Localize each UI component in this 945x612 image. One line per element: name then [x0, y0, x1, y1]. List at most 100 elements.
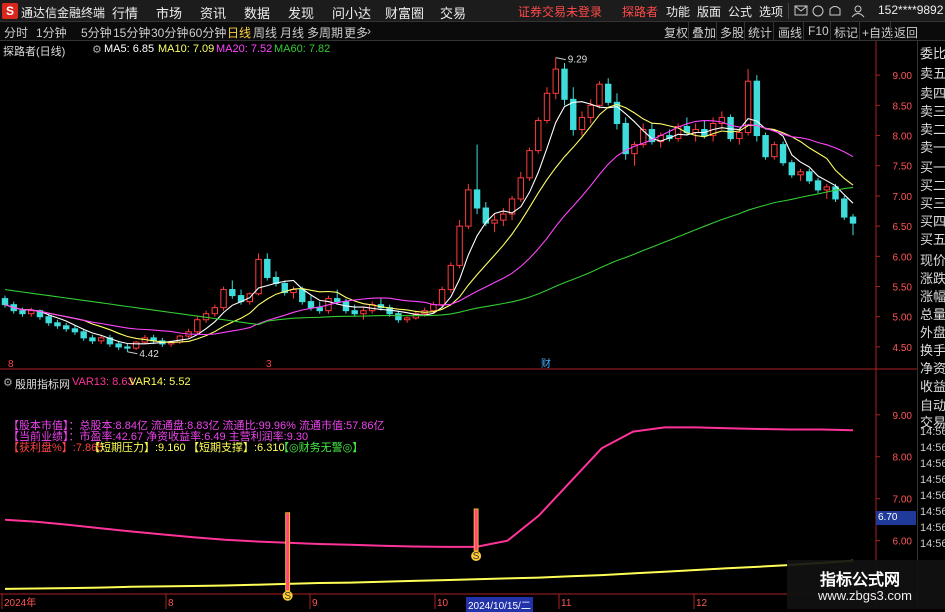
- sidebar-item-17[interactable]: 净资: [920, 358, 945, 377]
- candle[interactable]: [736, 132, 743, 140]
- period-1min[interactable]: 1分钟: [36, 24, 67, 41]
- candle[interactable]: [28, 310, 35, 315]
- candle[interactable]: [578, 116, 586, 131]
- sidebar-item-1[interactable]: 卖五: [920, 63, 945, 82]
- menu-ask[interactable]: 问小达: [332, 3, 371, 22]
- sidebar-item-11[interactable]: 现价: [920, 250, 945, 269]
- menu-layout[interactable]: 版面: [697, 3, 721, 20]
- sidebar-item-9[interactable]: 买四: [920, 211, 945, 230]
- menu-options[interactable]: 选项: [759, 3, 783, 20]
- chevron-right-icon[interactable]: ›: [367, 24, 371, 38]
- period-15min[interactable]: 15分钟: [113, 24, 150, 41]
- sidebar-item-4[interactable]: 卖二: [920, 119, 945, 138]
- toolbar-overlay[interactable]: 叠加: [692, 24, 716, 41]
- stock-name-legend[interactable]: 探路者(日线): [3, 43, 65, 59]
- kline-chart[interactable]: 9.00 8.50 8.00 7.50 7.00 6.50 6.00 5.50 5.00 4.50…: [0, 41, 917, 609]
- candle[interactable]: [71, 328, 79, 333]
- user-id[interactable]: 152****9892: [878, 3, 943, 17]
- menu-quotes[interactable]: 行情: [112, 3, 138, 22]
- candle[interactable]: [465, 189, 472, 227]
- period-60min[interactable]: 60分钟: [189, 24, 226, 41]
- candle[interactable]: [229, 289, 236, 297]
- sidebar-item-5[interactable]: 卖一: [920, 137, 945, 156]
- candle[interactable]: [45, 316, 52, 324]
- period-monthly[interactable]: 月线: [280, 24, 304, 41]
- candle[interactable]: [97, 337, 105, 342]
- candle[interactable]: [333, 298, 341, 303]
- candle[interactable]: [447, 264, 455, 291]
- candle[interactable]: [587, 104, 594, 118]
- candle[interactable]: [543, 92, 551, 121]
- candle[interactable]: [727, 116, 734, 140]
- sidebar-item-16[interactable]: 换手: [920, 340, 945, 359]
- period-5min[interactable]: 5分钟: [81, 24, 112, 41]
- chat-icon[interactable]: [812, 5, 824, 17]
- candle[interactable]: [753, 80, 761, 137]
- toolbar-f10[interactable]: F10: [808, 24, 829, 38]
- indicator-name[interactable]: 殷朋指标网: [15, 376, 70, 392]
- candle[interactable]: [176, 335, 184, 343]
- sidebar-item-0[interactable]: 委比: [920, 43, 945, 62]
- sidebar-item-2[interactable]: 卖四: [920, 83, 945, 102]
- period-weekly[interactable]: 周线: [253, 24, 277, 41]
- candle[interactable]: [570, 98, 577, 131]
- candle[interactable]: [535, 119, 542, 152]
- candle[interactable]: [316, 307, 323, 312]
- candle[interactable]: [351, 310, 358, 315]
- candle[interactable]: [779, 144, 787, 164]
- candle[interactable]: [500, 213, 507, 221]
- sidebar-item-14[interactable]: 总量: [920, 304, 945, 323]
- mail-icon[interactable]: [794, 5, 808, 16]
- candle[interactable]: [849, 216, 857, 224]
- candle[interactable]: [762, 135, 769, 158]
- sidebar-item-8[interactable]: 买三: [920, 193, 945, 212]
- toolbar-multi-stock[interactable]: 多股: [720, 24, 744, 41]
- candle[interactable]: [62, 325, 70, 330]
- toolbar-back[interactable]: 返回: [894, 24, 918, 41]
- sidebar-item-6[interactable]: 买一: [920, 157, 945, 176]
- candle[interactable]: [124, 346, 131, 349]
- menu-news[interactable]: 资讯: [200, 3, 226, 22]
- candle[interactable]: [307, 301, 315, 309]
- candle[interactable]: [438, 289, 446, 306]
- sidebar-item-15[interactable]: 外盘: [920, 322, 945, 341]
- candle[interactable]: [832, 186, 839, 200]
- candle[interactable]: [220, 289, 227, 309]
- period-multi[interactable]: 多周期: [307, 24, 343, 41]
- candle[interactable]: [264, 258, 271, 278]
- settings-icon[interactable]: ⚙: [92, 43, 102, 56]
- toolbar-add-watchlist[interactable]: +自选: [862, 24, 893, 41]
- menu-wealth[interactable]: 财富圈: [385, 3, 424, 22]
- candle[interactable]: [395, 313, 402, 321]
- candle[interactable]: [517, 177, 525, 200]
- period-30min[interactable]: 30分钟: [151, 24, 188, 41]
- login-warning[interactable]: 证券交易未登录: [518, 3, 602, 20]
- period-intraday[interactable]: 分时: [4, 24, 28, 41]
- menu-data[interactable]: 数据: [244, 3, 270, 22]
- sidebar-item-18[interactable]: 收益: [920, 376, 945, 395]
- candle[interactable]: [526, 150, 533, 179]
- menu-trade[interactable]: 交易: [440, 3, 466, 22]
- candle[interactable]: [491, 219, 498, 224]
- sidebar-item-7[interactable]: 买二: [920, 175, 945, 194]
- candle[interactable]: [823, 186, 830, 191]
- menu-discover[interactable]: 发现: [288, 3, 314, 22]
- bell-icon[interactable]: [829, 6, 841, 16]
- candle[interactable]: [806, 171, 813, 182]
- candle[interactable]: [80, 331, 87, 339]
- period-daily[interactable]: 日线: [227, 24, 251, 41]
- candle[interactable]: [456, 225, 463, 266]
- toolbar-stats[interactable]: 统计: [748, 24, 772, 41]
- candle[interactable]: [115, 343, 122, 348]
- period-more[interactable]: 更多: [344, 24, 368, 41]
- sidebar-item-13[interactable]: 涨幅: [920, 286, 945, 305]
- candle[interactable]: [788, 162, 796, 176]
- candle[interactable]: [89, 337, 96, 342]
- candle[interactable]: [841, 198, 848, 218]
- candle[interactable]: [596, 83, 603, 106]
- candle[interactable]: [814, 180, 822, 191]
- candle[interactable]: [771, 144, 778, 158]
- candle[interactable]: [194, 319, 201, 333]
- toolbar-draw[interactable]: 画线: [778, 24, 802, 41]
- menu-functions[interactable]: 功能: [666, 3, 690, 20]
